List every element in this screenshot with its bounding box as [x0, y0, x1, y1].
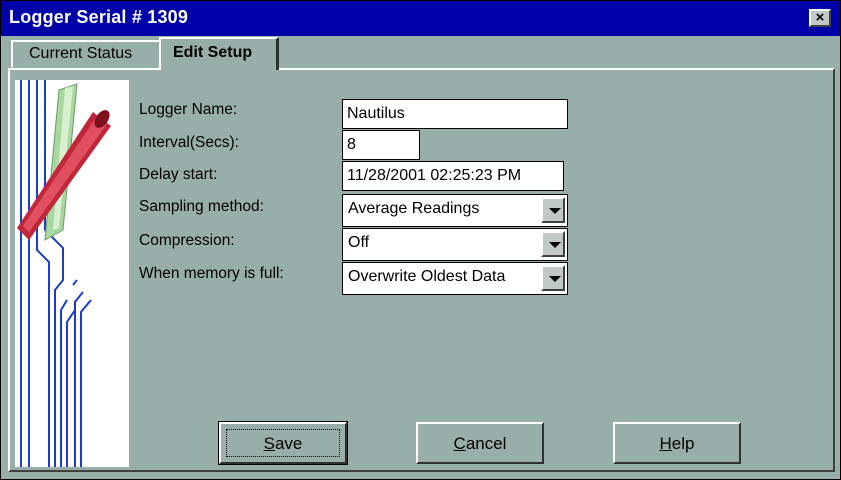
compression-value: Off — [348, 234, 370, 251]
logger-name-label: Logger Name: — [139, 101, 238, 118]
help-accelerator: H — [659, 434, 672, 453]
cancel-button[interactable]: Cancel — [416, 422, 544, 464]
save-button[interactable]: Save — [218, 421, 348, 465]
sampling-method-select[interactable]: Average Readings — [342, 194, 568, 227]
tab-edit-setup-label: Edit Setup — [173, 44, 253, 61]
compression-label: Compression: — [139, 232, 235, 249]
delay-start-label: Delay start: — [139, 166, 218, 183]
sampling-method-label: Sampling method: — [139, 198, 264, 215]
focus-rectangle — [226, 429, 340, 457]
interval-value: 8 — [347, 136, 356, 153]
compression-dropdown-button[interactable] — [541, 231, 565, 257]
logger-illustration — [15, 80, 129, 467]
close-button[interactable]: × — [809, 9, 831, 27]
compression-select[interactable]: Off — [342, 228, 568, 261]
close-icon[interactable]: × — [816, 9, 825, 26]
interval-field[interactable]: 8 — [342, 130, 420, 160]
title-bar[interactable]: Logger Serial # 1309 × — [1, 1, 840, 36]
tab-edit-setup[interactable]: Edit Setup — [159, 37, 279, 70]
memory-full-dropdown-button[interactable] — [541, 265, 565, 291]
memory-full-label: When memory is full: — [139, 265, 284, 282]
delay-start-value: 11/28/2001 02:25:23 PM — [347, 167, 522, 184]
sampling-method-value: Average Readings — [348, 200, 480, 217]
logger-setup-window: Logger Serial # 1309 × Current Status Ed… — [0, 0, 841, 480]
cancel-accelerator: C — [453, 434, 466, 453]
tab-current-status[interactable]: Current Status — [11, 40, 161, 67]
logger-illustration-graphic — [17, 80, 111, 467]
logger-name-value: Nautilus — [347, 105, 405, 122]
logger-name-field[interactable]: Nautilus — [342, 99, 568, 129]
interval-label: Interval(Secs): — [139, 134, 239, 151]
help-label: elp — [671, 434, 695, 453]
tab-current-status-label: Current Status — [29, 45, 133, 62]
cancel-label: ancel — [465, 434, 507, 453]
sampling-method-dropdown-button[interactable] — [541, 197, 565, 223]
window-title: Logger Serial # 1309 — [9, 7, 189, 27]
memory-full-value: Overwrite Oldest Data — [348, 268, 506, 285]
help-button[interactable]: Help — [613, 422, 741, 464]
memory-full-select[interactable]: Overwrite Oldest Data — [342, 262, 568, 295]
delay-start-field[interactable]: 11/28/2001 02:25:23 PM — [342, 161, 564, 191]
